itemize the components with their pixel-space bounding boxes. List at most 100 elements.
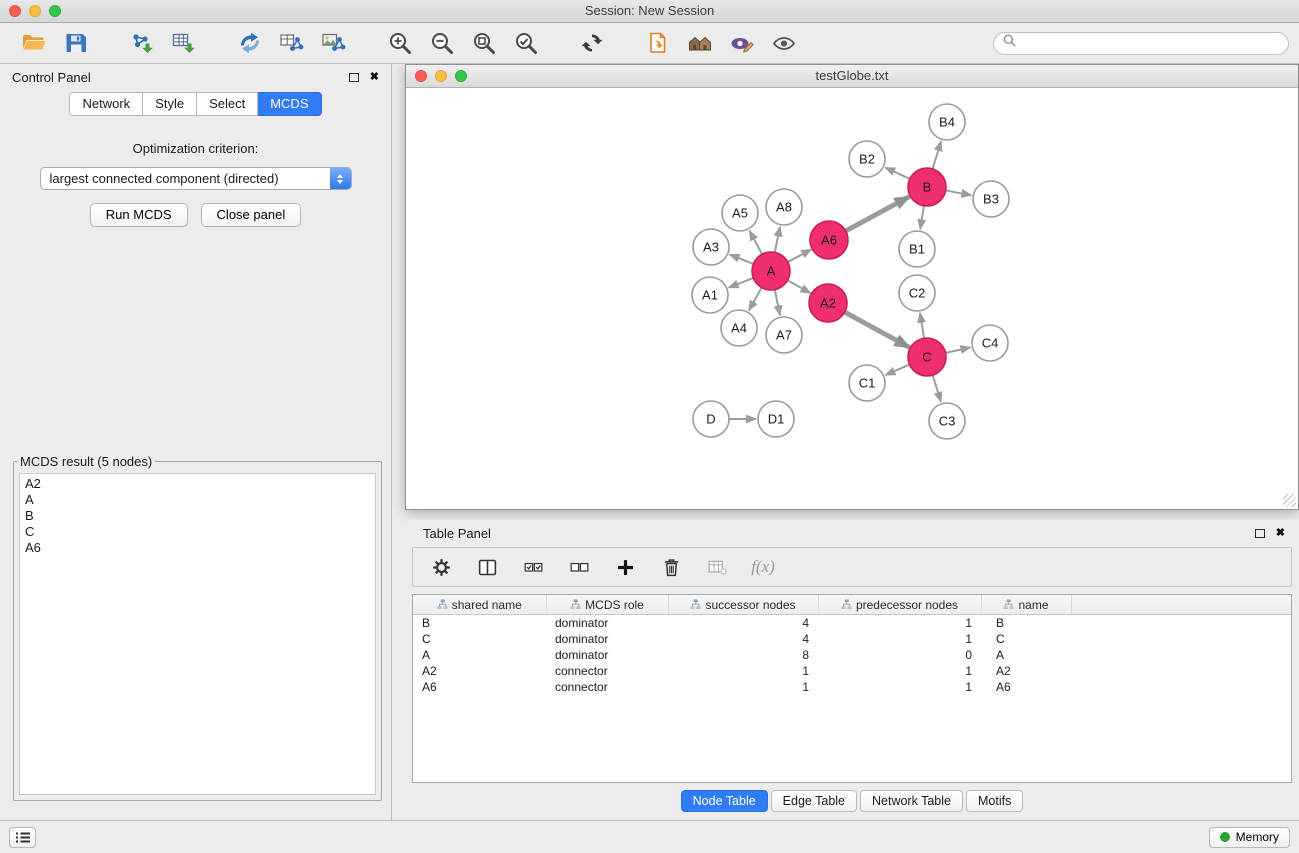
column-header-shared-name[interactable]: shared name <box>413 595 546 615</box>
close-panel-button[interactable]: Close panel <box>201 203 302 227</box>
network-minimize-button[interactable] <box>435 70 447 82</box>
table-cell[interactable]: 4 <box>668 631 818 647</box>
columns-icon[interactable] <box>474 554 500 580</box>
table-cell[interactable]: 8 <box>668 647 818 663</box>
run-mcds-button[interactable]: Run MCDS <box>90 203 188 227</box>
deselect-all-icon[interactable] <box>566 554 592 580</box>
import-table-icon[interactable] <box>166 26 202 60</box>
table-cell[interactable]: A2 <box>981 663 1071 679</box>
graph-edge-C-C4[interactable] <box>945 347 971 353</box>
table-cell[interactable]: A <box>413 647 546 663</box>
table-cell[interactable]: 1 <box>668 679 818 695</box>
graph-edge-B-B3[interactable] <box>945 190 972 195</box>
result-item[interactable]: B <box>20 508 375 524</box>
graph-edge-A6-B[interactable] <box>845 197 910 232</box>
network-close-button[interactable] <box>415 70 427 82</box>
table-cell[interactable]: dominator <box>546 615 668 632</box>
network-table-icon[interactable] <box>274 26 310 60</box>
graph-edge-A2-C[interactable] <box>844 312 910 348</box>
session-doc-icon[interactable] <box>640 26 676 60</box>
panel-selector-button[interactable] <box>9 827 36 848</box>
search-field[interactable] <box>993 32 1289 55</box>
save-icon[interactable] <box>58 26 94 60</box>
table-row[interactable]: Adominator80A <box>413 647 1291 663</box>
graph-edge-A-A3[interactable] <box>730 254 755 264</box>
result-item[interactable]: A6 <box>20 540 375 556</box>
graph-edge-A-A6[interactable] <box>787 249 811 262</box>
home-icon[interactable] <box>682 26 718 60</box>
graph-edge-A-A8[interactable] <box>775 227 780 254</box>
graph-edge-C-C3[interactable] <box>932 374 941 402</box>
network-graph[interactable]: AA1A2A3A4A5A6A7A8BB1B2B3B4CC1C2C3C4DD1 <box>406 88 1298 509</box>
table-cell[interactable]: dominator <box>546 647 668 663</box>
graph-edge-B-B1[interactable] <box>920 205 924 229</box>
new-network-icon[interactable] <box>232 26 268 60</box>
table-cell[interactable]: 4 <box>668 615 818 632</box>
table-cell[interactable]: connector <box>546 663 668 679</box>
zoom-out-icon[interactable] <box>424 26 460 60</box>
criterion-dropdown[interactable]: largest connected component (directed) <box>40 167 352 190</box>
graph-edge-A-A4[interactable] <box>749 287 762 311</box>
table-cell[interactable]: 1 <box>818 663 981 679</box>
result-item[interactable]: A <box>20 492 375 508</box>
float-panel-icon[interactable] <box>349 73 359 82</box>
function-builder-icon[interactable]: f(x) <box>750 554 776 580</box>
resize-grip[interactable] <box>1283 494 1296 507</box>
tab-network[interactable]: Network <box>69 92 143 116</box>
graph-edge-A-A2[interactable] <box>787 280 811 293</box>
table-cell[interactable]: A2 <box>413 663 546 679</box>
minimize-window-button[interactable] <box>29 5 41 17</box>
delete-row-icon[interactable] <box>658 554 684 580</box>
table-row[interactable]: Cdominator41C <box>413 631 1291 647</box>
style-eye-icon[interactable] <box>724 26 760 60</box>
tab-select[interactable]: Select <box>197 92 258 116</box>
network-zoom-button[interactable] <box>455 70 467 82</box>
graph-edge-A-A1[interactable] <box>729 278 755 288</box>
memory-button[interactable]: Memory <box>1209 827 1290 848</box>
table-cell[interactable]: C <box>981 631 1071 647</box>
zoom-window-button[interactable] <box>49 5 61 17</box>
zoom-fit-icon[interactable] <box>466 26 502 60</box>
column-header-MCDS-role[interactable]: MCDS role <box>546 595 668 615</box>
zoom-in-icon[interactable] <box>382 26 418 60</box>
open-folder-icon[interactable] <box>16 26 52 60</box>
table-cell[interactable]: A6 <box>981 679 1071 695</box>
network-image-icon[interactable] <box>316 26 352 60</box>
column-header-name[interactable]: name <box>981 595 1071 615</box>
graph-edge-C-C2[interactable] <box>920 313 924 339</box>
close-table-panel-icon[interactable]: ✖ <box>1276 528 1285 539</box>
graph-edge-A-A7[interactable] <box>775 289 780 316</box>
tab-motifs[interactable]: Motifs <box>966 790 1023 812</box>
column-header-successor-nodes[interactable]: successor nodes <box>668 595 818 615</box>
table-cell[interactable]: 0 <box>818 647 981 663</box>
table-cell[interactable]: connector <box>546 679 668 695</box>
tab-node-table[interactable]: Node Table <box>681 790 768 812</box>
table-row[interactable]: Bdominator41B <box>413 615 1291 632</box>
network-canvas[interactable]: AA1A2A3A4A5A6A7A8BB1B2B3B4CC1C2C3C4DD1 <box>406 88 1298 509</box>
zoom-selected-icon[interactable] <box>508 26 544 60</box>
tab-edge-table[interactable]: Edge Table <box>771 790 857 812</box>
delete-table-icon[interactable] <box>704 554 730 580</box>
graph-edge-B-B4[interactable] <box>932 141 941 170</box>
graph-edge-C-C1[interactable] <box>885 364 910 375</box>
tab-network-table[interactable]: Network Table <box>860 790 963 812</box>
gear-icon[interactable] <box>428 554 454 580</box>
table-cell[interactable]: 1 <box>818 679 981 695</box>
graph-edge-B-B2[interactable] <box>885 167 911 179</box>
table-row[interactable]: A6connector11A6 <box>413 679 1291 695</box>
table-cell[interactable]: A <box>981 647 1071 663</box>
result-item[interactable]: A2 <box>20 476 375 492</box>
table-cell[interactable]: 1 <box>818 631 981 647</box>
import-network-icon[interactable] <box>124 26 160 60</box>
refresh-icon[interactable] <box>574 26 610 60</box>
graph-edge-A-A5[interactable] <box>749 231 762 255</box>
select-all-icon[interactable] <box>520 554 546 580</box>
tab-mcds[interactable]: MCDS <box>258 92 321 116</box>
eye-icon[interactable] <box>766 26 802 60</box>
tab-style[interactable]: Style <box>143 92 197 116</box>
float-table-panel-icon[interactable] <box>1255 529 1265 538</box>
result-item[interactable]: C <box>20 524 375 540</box>
table-cell[interactable]: A6 <box>413 679 546 695</box>
search-input[interactable] <box>1021 35 1279 51</box>
table-cell[interactable]: 1 <box>668 663 818 679</box>
